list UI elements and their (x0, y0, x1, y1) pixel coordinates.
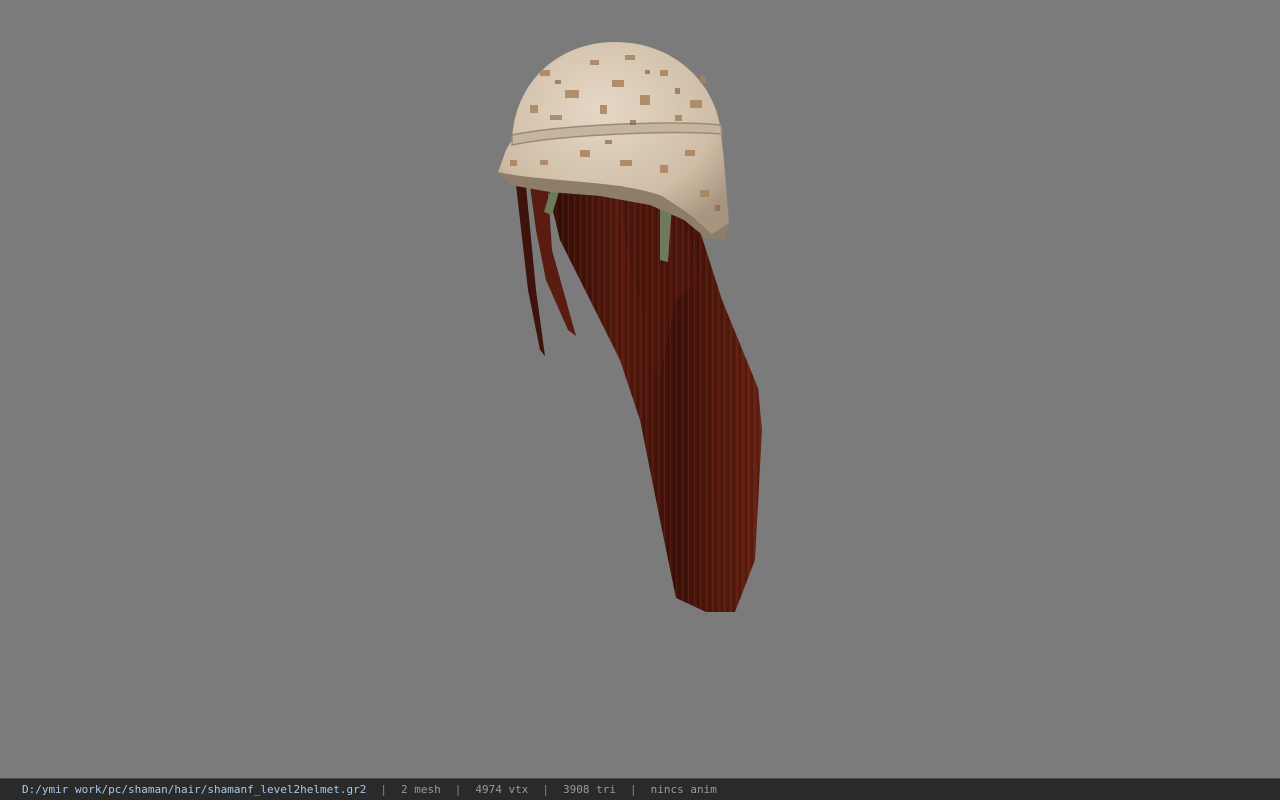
file-path-label: D:/ymir work/pc/shaman/hair/shamanf_leve… (22, 783, 367, 796)
status-separator: | (454, 783, 462, 796)
status-separator: | (629, 783, 637, 796)
status-bar: D:/ymir work/pc/shaman/hair/shamanf_leve… (0, 778, 1280, 800)
mesh-count-label: 2 mesh (401, 783, 441, 796)
vertex-count-label: 4974 vtx (475, 783, 529, 796)
animation-status-label: nincs anim (650, 783, 717, 796)
status-separator: | (542, 783, 549, 796)
helmet-hair-model-icon (498, 42, 762, 612)
3d-viewport[interactable] (0, 0, 1280, 778)
triangle-count-label: 3908 tri (562, 783, 616, 796)
status-separator: | (380, 783, 387, 796)
